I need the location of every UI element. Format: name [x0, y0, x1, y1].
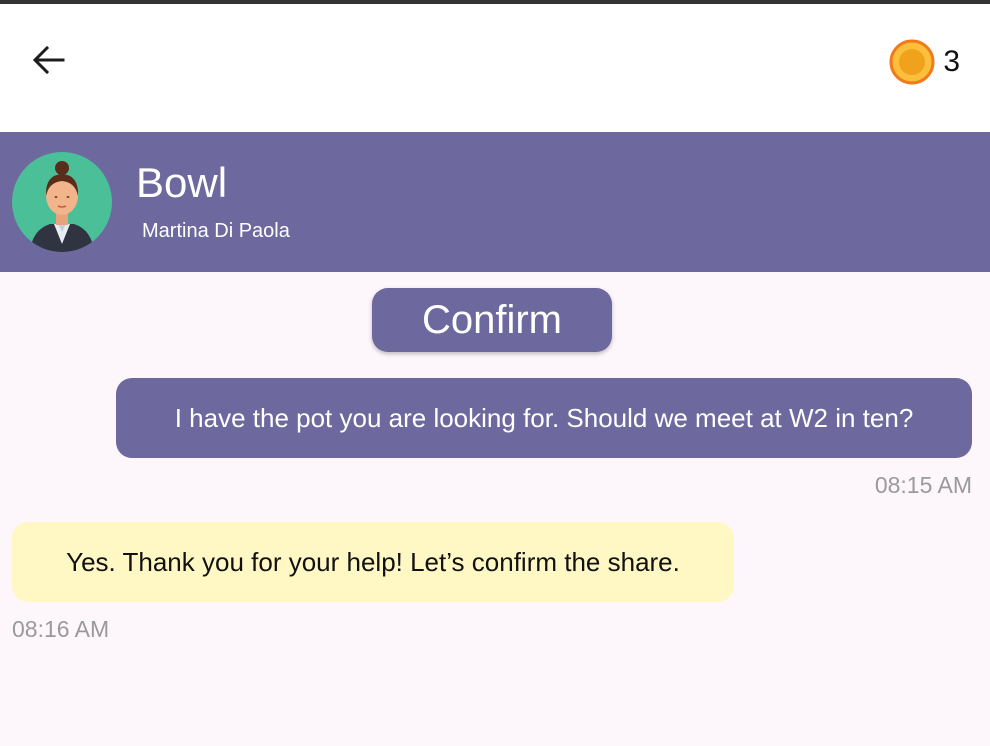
app-bar: 3 — [0, 4, 990, 132]
coin-count: 3 — [943, 45, 960, 78]
owner-name: Martina Di Paola — [142, 220, 290, 242]
message-timestamp: 08:15 AM — [874, 472, 972, 498]
avatar[interactable] — [12, 152, 112, 252]
coin-icon — [889, 39, 935, 85]
message-bubble-outgoing: I have the pot you are looking for. Shou… — [116, 378, 972, 458]
woman-avatar-icon — [12, 152, 112, 252]
message-bubble-incoming: Yes. Thank you for your help! Let’s conf… — [12, 522, 734, 602]
arrow-left-icon — [32, 45, 65, 75]
message-timestamp: 08:16 AM — [12, 616, 110, 642]
coin-balance: 3 — [889, 38, 960, 86]
item-title: Bowl — [136, 159, 228, 206]
contact-header: Bowl Martina Di Paola — [0, 132, 990, 272]
back-button[interactable] — [22, 38, 74, 82]
confirm-button[interactable]: Confirm — [372, 288, 612, 352]
